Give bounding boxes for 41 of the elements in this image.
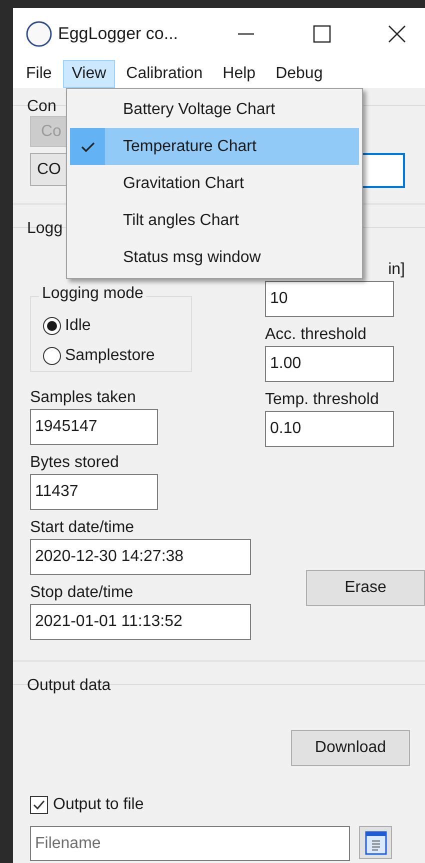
input-field[interactable]: 1945147 [30, 409, 158, 445]
radio-button[interactable] [43, 317, 61, 335]
menu-item[interactable]: Debug [266, 60, 332, 88]
menu-item[interactable]: Temperature Chart [70, 128, 359, 165]
download-button[interactable]: Download [291, 730, 410, 766]
browse-button[interactable] [359, 826, 392, 859]
filename-field[interactable]: Filename [30, 826, 350, 861]
field-label: Temp. threshold [265, 391, 380, 409]
input-field[interactable]: 10 [265, 281, 394, 317]
group-title: Logging mode [39, 285, 146, 303]
menu-item[interactable]: Status msg window [70, 239, 359, 276]
field-label: Samples taken [30, 389, 137, 407]
app-icon [26, 21, 52, 47]
field-label: in] [387, 261, 405, 279]
window-title: EggLogger co... [58, 24, 180, 44]
field-label: Acc. threshold [265, 326, 368, 344]
menu-item[interactable]: File [17, 60, 61, 88]
checkbox-label: Output to file [53, 796, 144, 814]
input-field[interactable]: 11437 [30, 474, 158, 510]
erase-button[interactable]: Erase [306, 570, 425, 606]
menu-item[interactable]: Help [214, 60, 265, 88]
close-icon[interactable] [387, 24, 407, 44]
input-field[interactable]: 0.10 [265, 411, 394, 447]
field-label: Stop date/time [30, 584, 134, 602]
checkbox[interactable] [30, 796, 48, 814]
radio-label: Idle [65, 317, 91, 335]
field-label: Bytes stored [30, 454, 120, 472]
menu-item[interactable]: Gravitation Chart [70, 165, 359, 202]
input-field[interactable]: 2020-12-30 14:27:38 [30, 539, 251, 575]
radio-button[interactable] [43, 347, 61, 365]
menu-item[interactable]: Tilt angles Chart [70, 202, 359, 239]
menu-item[interactable]: Battery Voltage Chart [70, 91, 359, 128]
menu-item[interactable]: View [62, 60, 116, 88]
input-field[interactable]: 1.00 [265, 346, 394, 382]
field-label: Start date/time [30, 519, 136, 537]
radio-label: Samplestore [65, 347, 155, 365]
maximize-icon[interactable] [312, 24, 332, 44]
check-icon [32, 798, 46, 812]
input-field[interactable]: 2021-01-01 11:13:52 [30, 604, 251, 640]
document-icon [364, 830, 386, 854]
menu-item[interactable]: Calibration [117, 60, 212, 88]
